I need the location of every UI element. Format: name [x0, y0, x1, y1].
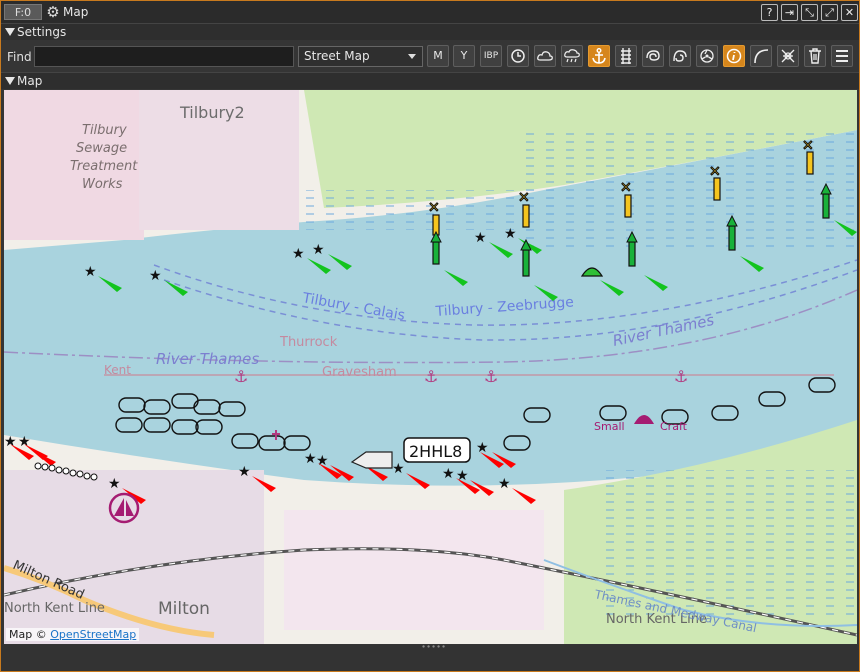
cloud-icon[interactable]: [534, 45, 556, 67]
svg-text:★: ★: [108, 476, 121, 492]
anchor-marker: ⚓: [674, 367, 688, 386]
ibp-beacons-button[interactable]: IBP: [480, 45, 502, 67]
collapse-triangle-icon: [5, 77, 15, 85]
label-river-thames-1: River Thames: [156, 350, 259, 368]
collapse-triangle-icon: [5, 28, 15, 36]
find-input[interactable]: [34, 46, 294, 67]
anchor-marker: ⚓: [234, 367, 248, 386]
info-icon[interactable]: [723, 45, 745, 67]
maximize-button[interactable]: ⤢: [821, 4, 838, 21]
find-label: Find: [7, 50, 32, 64]
svg-text:★: ★: [84, 264, 97, 280]
resize-grip-icon[interactable]: ∙∙∙∙∙: [421, 643, 446, 651]
window-title: Map: [63, 5, 89, 19]
anchor-marker: ⚓: [424, 367, 438, 386]
label-milton: Milton: [158, 599, 210, 619]
svg-text:★: ★: [474, 230, 487, 246]
menu-icon[interactable]: [831, 45, 853, 67]
label-thurrock: Thurrock: [279, 335, 338, 350]
svg-text:★: ★: [238, 464, 251, 480]
label-kent: Kent: [104, 363, 131, 377]
svg-text:★: ★: [149, 268, 162, 284]
label-tilbury2: Tilbury2: [179, 103, 245, 122]
gear-icon[interactable]: ⚙: [45, 4, 61, 20]
anchor-icon[interactable]: [588, 45, 610, 67]
map-section-label: Map: [17, 74, 43, 88]
feature-index-badge[interactable]: F:0: [4, 4, 42, 20]
label-gravesham: Gravesham: [322, 365, 397, 380]
map-style-select[interactable]: Street Map: [298, 46, 423, 67]
callsign-label: 2HHL8: [409, 442, 462, 461]
rain-cloud-icon[interactable]: [561, 45, 583, 67]
map-window: F:0 ⚙ Map ? ⇥ ⤡ ⤢ ✕ Settings Find Street…: [0, 0, 860, 672]
svg-text:★: ★: [392, 461, 405, 477]
move-to-workspace-button[interactable]: ⇥: [781, 4, 798, 21]
status-bar: ∙∙∙∙∙: [1, 643, 859, 671]
shrink-button[interactable]: ⤡: [801, 4, 818, 21]
help-button[interactable]: ?: [761, 4, 778, 21]
swirl-icon[interactable]: [642, 45, 664, 67]
svg-text:★: ★: [498, 476, 511, 492]
chevron-down-icon: [408, 54, 416, 59]
clock-icon[interactable]: [507, 45, 529, 67]
trash-icon[interactable]: [804, 45, 826, 67]
svg-text:★: ★: [504, 226, 517, 242]
label-north-kent-line-1: North Kent Line: [4, 601, 105, 616]
openstreetmap-link[interactable]: OpenStreetMap: [50, 628, 136, 641]
map-section-header[interactable]: Map: [1, 72, 859, 89]
close-button[interactable]: ✕: [841, 4, 858, 21]
map-attribution: Map © OpenStreetMap: [6, 628, 140, 641]
svg-text:★: ★: [442, 466, 455, 482]
title-bar: F:0 ⚙ Map ? ⇥ ⤡ ⤢ ✕: [1, 1, 859, 23]
map-style-value: Street Map: [304, 49, 370, 63]
settings-section-header[interactable]: Settings: [1, 23, 859, 40]
svg-text:★: ★: [312, 242, 325, 258]
railway-icon[interactable]: [615, 45, 637, 67]
arc-icon[interactable]: [750, 45, 772, 67]
svg-text:★: ★: [304, 451, 317, 467]
label-sewage: Sewage: [76, 141, 127, 156]
label-tilbury: Tilbury: [82, 123, 127, 138]
svg-text:★: ★: [292, 246, 305, 262]
satellite-tracker-icon[interactable]: [777, 45, 799, 67]
svg-text:✕: ✕: [620, 180, 632, 196]
svg-text:✕: ✕: [518, 190, 530, 206]
anchor-marker: ⚓: [484, 367, 498, 386]
settings-toolbar: Find Street Map M Y IBP: [1, 41, 859, 71]
antenna-button[interactable]: Y: [453, 45, 475, 67]
svg-text:✕: ✕: [802, 138, 814, 154]
label-small: Small: [594, 420, 625, 433]
settings-section-label: Settings: [17, 25, 67, 39]
map-canvas[interactable]: Tilbury2 Tilbury Sewage Treatment Works …: [4, 90, 857, 644]
maidenhead-button[interactable]: M: [427, 45, 449, 67]
svg-text:✕: ✕: [709, 164, 721, 180]
label-craft: Craft: [660, 420, 688, 433]
label-works: Works: [82, 177, 123, 192]
radiation-icon[interactable]: [696, 45, 718, 67]
svg-text:✕: ✕: [428, 200, 440, 216]
label-treatment: Treatment: [70, 159, 138, 174]
steer-icon[interactable]: [669, 45, 691, 67]
map-view[interactable]: Tilbury2 Tilbury Sewage Treatment Works …: [4, 90, 857, 644]
